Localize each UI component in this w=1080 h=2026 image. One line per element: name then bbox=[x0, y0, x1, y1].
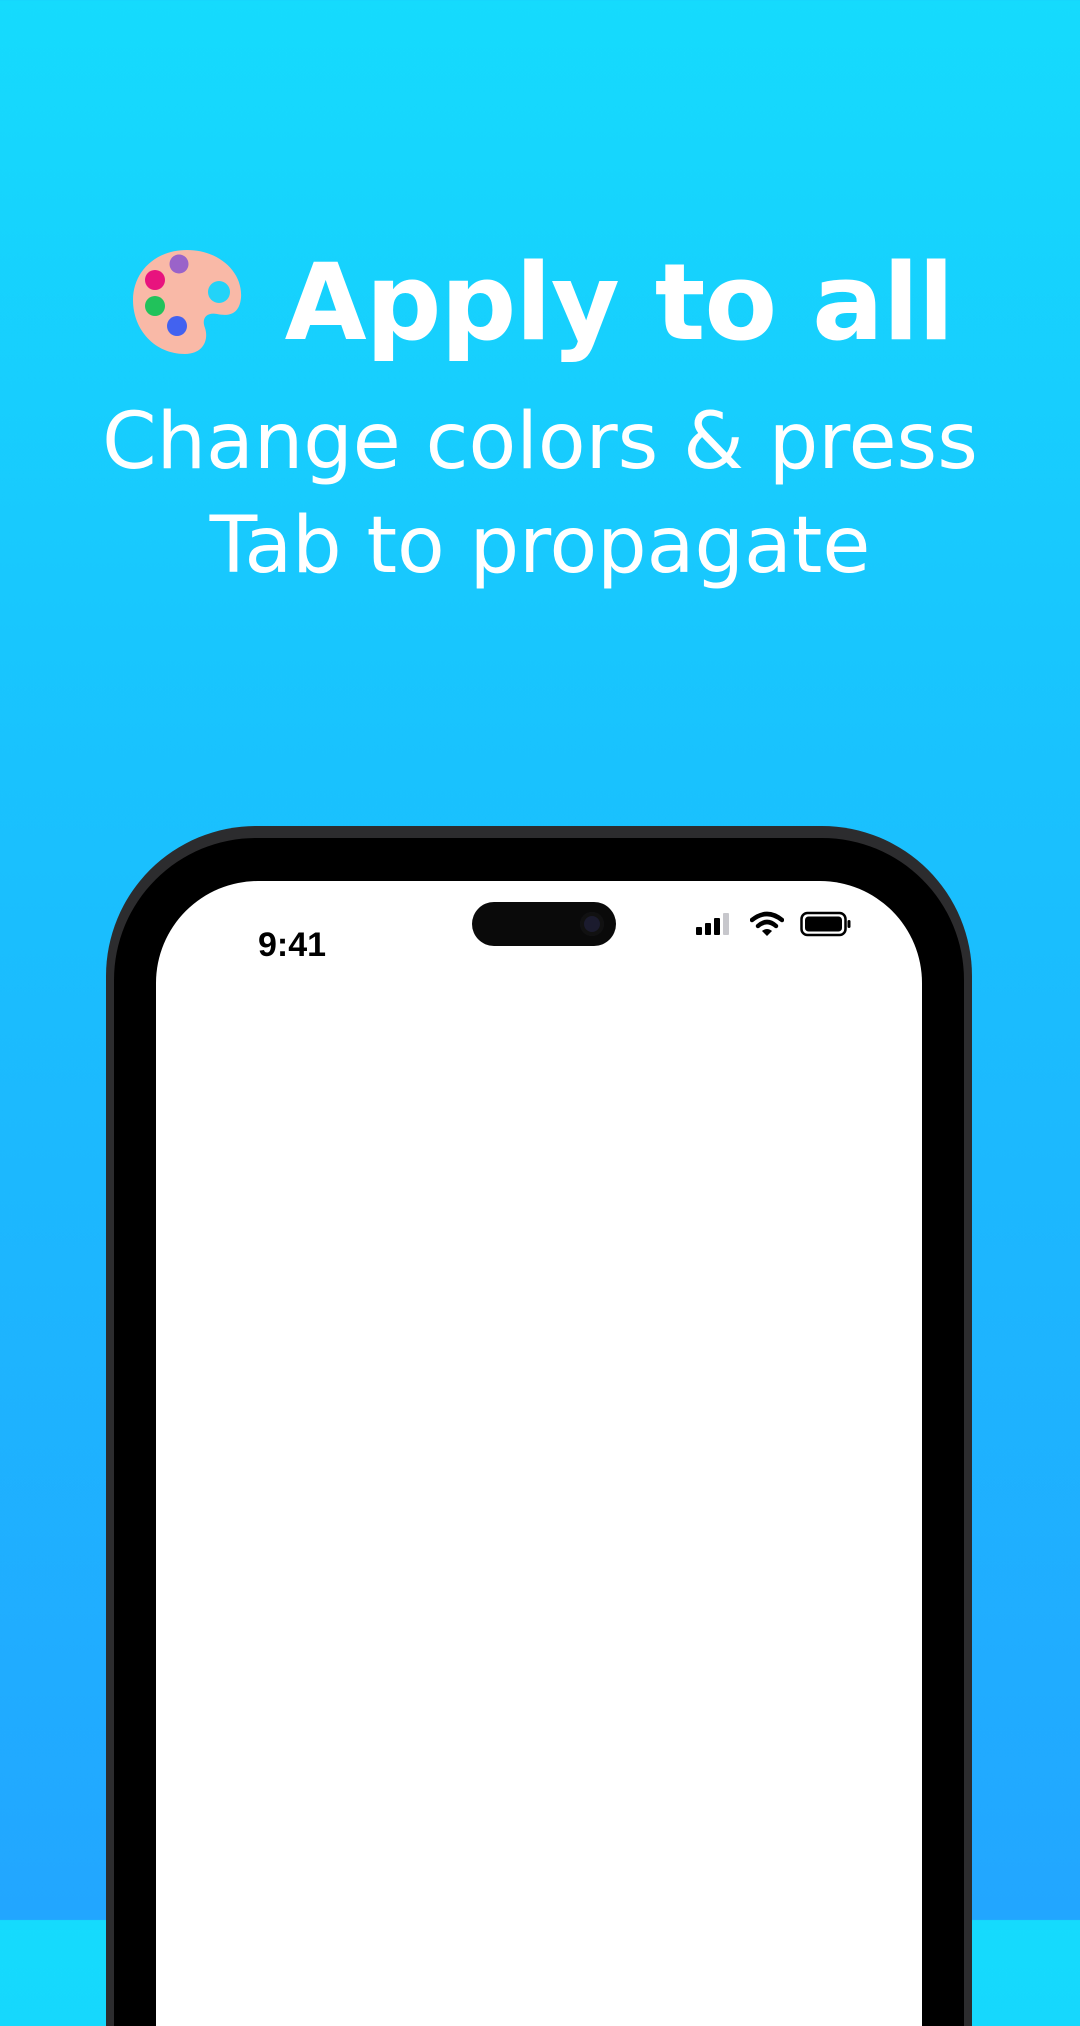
subtitle: Change colors & press Tab to propagate bbox=[40, 390, 1040, 598]
palette-icon bbox=[132, 250, 241, 354]
subtitle-line-2: Tab to propagate bbox=[209, 501, 871, 591]
battery-icon bbox=[800, 911, 851, 937]
status-time: 9:41 bbox=[258, 926, 327, 964]
wifi-icon bbox=[750, 911, 784, 936]
headline: Apply to all bbox=[0, 232, 1080, 372]
headline-title: Apply to all bbox=[284, 240, 955, 364]
phone-frame: 9:41 bbox=[106, 826, 972, 2026]
phone-bezel: 9:41 bbox=[114, 838, 964, 2026]
signal-icon bbox=[696, 913, 729, 935]
phone-screen: 9:41 bbox=[156, 881, 922, 2026]
subtitle-line-1: Change colors & press bbox=[102, 397, 978, 487]
status-icons bbox=[696, 909, 852, 939]
dynamic-island bbox=[472, 902, 616, 946]
front-camera-icon bbox=[580, 912, 604, 936]
